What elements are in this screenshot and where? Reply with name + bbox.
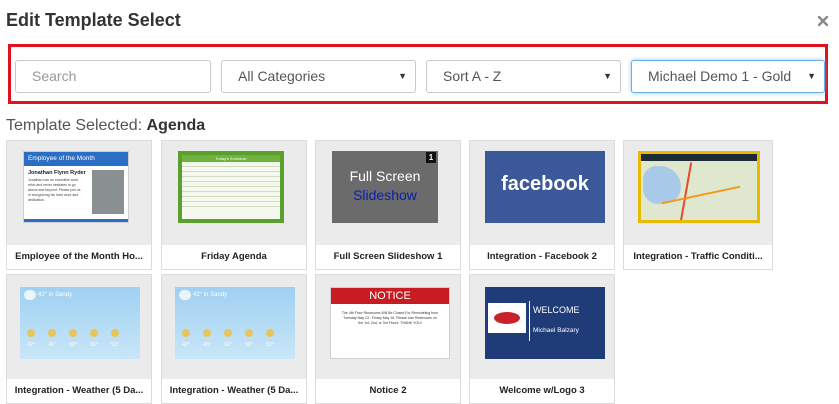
thumb-body: The 4th Floor Restrooms Will Be Closed F… — [341, 311, 439, 325]
filter-bar: Search All Categories ▼ Sort A - Z ▼ Mic… — [8, 44, 828, 104]
thumbnail-area: Employee of the Month Jonathan Flynn Ryd… — [7, 141, 151, 245]
thumbnail-weather: 42° in Sandy 42° 46° 50° 56° 53° — [20, 287, 140, 359]
sort-select[interactable]: Sort A - Z ▼ — [426, 60, 621, 93]
close-icon[interactable] — [816, 14, 830, 28]
template-label: Full Screen Slideshow 1 — [316, 245, 460, 269]
template-card-traffic-conditions[interactable]: Integration - Traffic Conditi... — [623, 140, 773, 270]
template-card-friday-agenda[interactable]: Today's Schedule Friday Agenda — [161, 140, 307, 270]
thumb-line1: Full Screen — [349, 168, 421, 184]
thumbnail-area: Today's Schedule — [162, 141, 306, 245]
dialog-header: Edit Template Select — [0, 0, 839, 44]
cloud-icon — [24, 290, 36, 300]
template-label: Friday Agenda — [162, 245, 306, 269]
thumbnail-full-screen-slideshow: Full Screen Slideshow 1 — [332, 151, 438, 223]
logo-image — [488, 303, 526, 333]
template-label: Employee of the Month Ho... — [7, 245, 151, 269]
template-selected-line: Template Selected: Agenda — [6, 117, 205, 135]
thumbnail-area — [624, 141, 768, 245]
category-select[interactable]: All Categories ▼ — [221, 60, 416, 93]
template-card-weather-1[interactable]: 42° in Sandy 42° 46° 50° 56° 53° Integra… — [6, 274, 152, 404]
thumbnail-weather: 42° in Sandy 42° 46° 50° 56° 53° — [175, 287, 295, 359]
thumbnail-employee-of-the-month: Employee of the Month Jonathan Flynn Ryd… — [23, 151, 129, 223]
thumbnail-area: Full Screen Slideshow 1 — [316, 141, 460, 245]
thumb-footer-bar — [24, 219, 128, 222]
category-value: All Categories — [238, 68, 326, 84]
thumbnail-area: WELCOME Michael Balzary — [470, 275, 614, 379]
template-label: Integration - Traffic Conditi... — [624, 245, 772, 269]
search-placeholder: Search — [32, 68, 77, 84]
thumbnail-area: NOTICE The 4th Floor Restrooms Will Be C… — [316, 275, 460, 379]
sort-value: Sort A - Z — [443, 68, 502, 84]
thumbnail-area: 42° in Sandy 42° 46° 50° 56° 53° — [162, 275, 306, 379]
thumbnail-traffic-map — [638, 151, 760, 223]
chevron-down-icon: ▼ — [603, 71, 612, 81]
thumbnail-area: facebook — [470, 141, 614, 245]
thumb-heading: NOTICE — [331, 288, 449, 304]
thumb-location: 42° in Sandy — [193, 292, 228, 298]
thumbnail-friday-agenda: Today's Schedule — [178, 151, 284, 223]
thumb-heading: WELCOME — [533, 305, 580, 315]
template-label: Integration - Facebook 2 — [470, 245, 614, 269]
template-card-facebook[interactable]: facebook Integration - Facebook 2 — [469, 140, 615, 270]
thumb-line2: Slideshow — [353, 187, 417, 203]
thumb-body: Jonathan has an incredible work ethic an… — [28, 178, 81, 202]
thumbnail-notice: NOTICE The 4th Floor Restrooms Will Be C… — [330, 287, 450, 359]
cloud-icon — [179, 290, 191, 300]
thumb-heading: Employee of the Month — [24, 152, 128, 166]
template-card-employee-of-the-month[interactable]: Employee of the Month Jonathan Flynn Ryd… — [6, 140, 152, 270]
template-card-weather-2[interactable]: 42° in Sandy 42° 46° 50° 56° 53° Integra… — [161, 274, 307, 404]
account-value: Michael Demo 1 - Gold — [648, 68, 792, 84]
facebook-logo: facebook — [501, 173, 589, 195]
template-card-full-screen-slideshow[interactable]: Full Screen Slideshow 1 Full Screen Slid… — [315, 140, 461, 270]
template-label: Integration - Weather (5 Da... — [7, 379, 151, 403]
thumb-name: Michael Balzary — [533, 327, 579, 334]
selected-template-name: Agenda — [146, 117, 206, 134]
chevron-down-icon: ▼ — [807, 71, 816, 81]
thumbnail-facebook: facebook — [485, 151, 605, 223]
account-select[interactable]: Michael Demo 1 - Gold ▼ — [631, 60, 825, 93]
slide-number-badge: 1 — [426, 152, 436, 163]
chevron-down-icon: ▼ — [398, 71, 407, 81]
dialog-title: Edit Template Select — [6, 10, 181, 30]
thumbnail-welcome: WELCOME Michael Balzary — [485, 287, 605, 359]
template-card-notice[interactable]: NOTICE The 4th Floor Restrooms Will Be C… — [315, 274, 461, 404]
template-label: Notice 2 — [316, 379, 460, 403]
template-label: Welcome w/Logo 3 — [470, 379, 614, 403]
search-input[interactable]: Search — [15, 60, 211, 93]
selected-prefix: Template Selected: — [6, 117, 143, 134]
thumbnail-area: 42° in Sandy 42° 46° 50° 56° 53° — [7, 275, 151, 379]
thumb-location: 42° in Sandy — [38, 292, 73, 298]
thumb-heading: Today's Schedule — [182, 155, 280, 162]
template-label: Integration - Weather (5 Da... — [162, 379, 306, 403]
photo-placeholder — [92, 170, 124, 214]
template-card-welcome-logo[interactable]: WELCOME Michael Balzary Welcome w/Logo 3 — [469, 274, 615, 404]
